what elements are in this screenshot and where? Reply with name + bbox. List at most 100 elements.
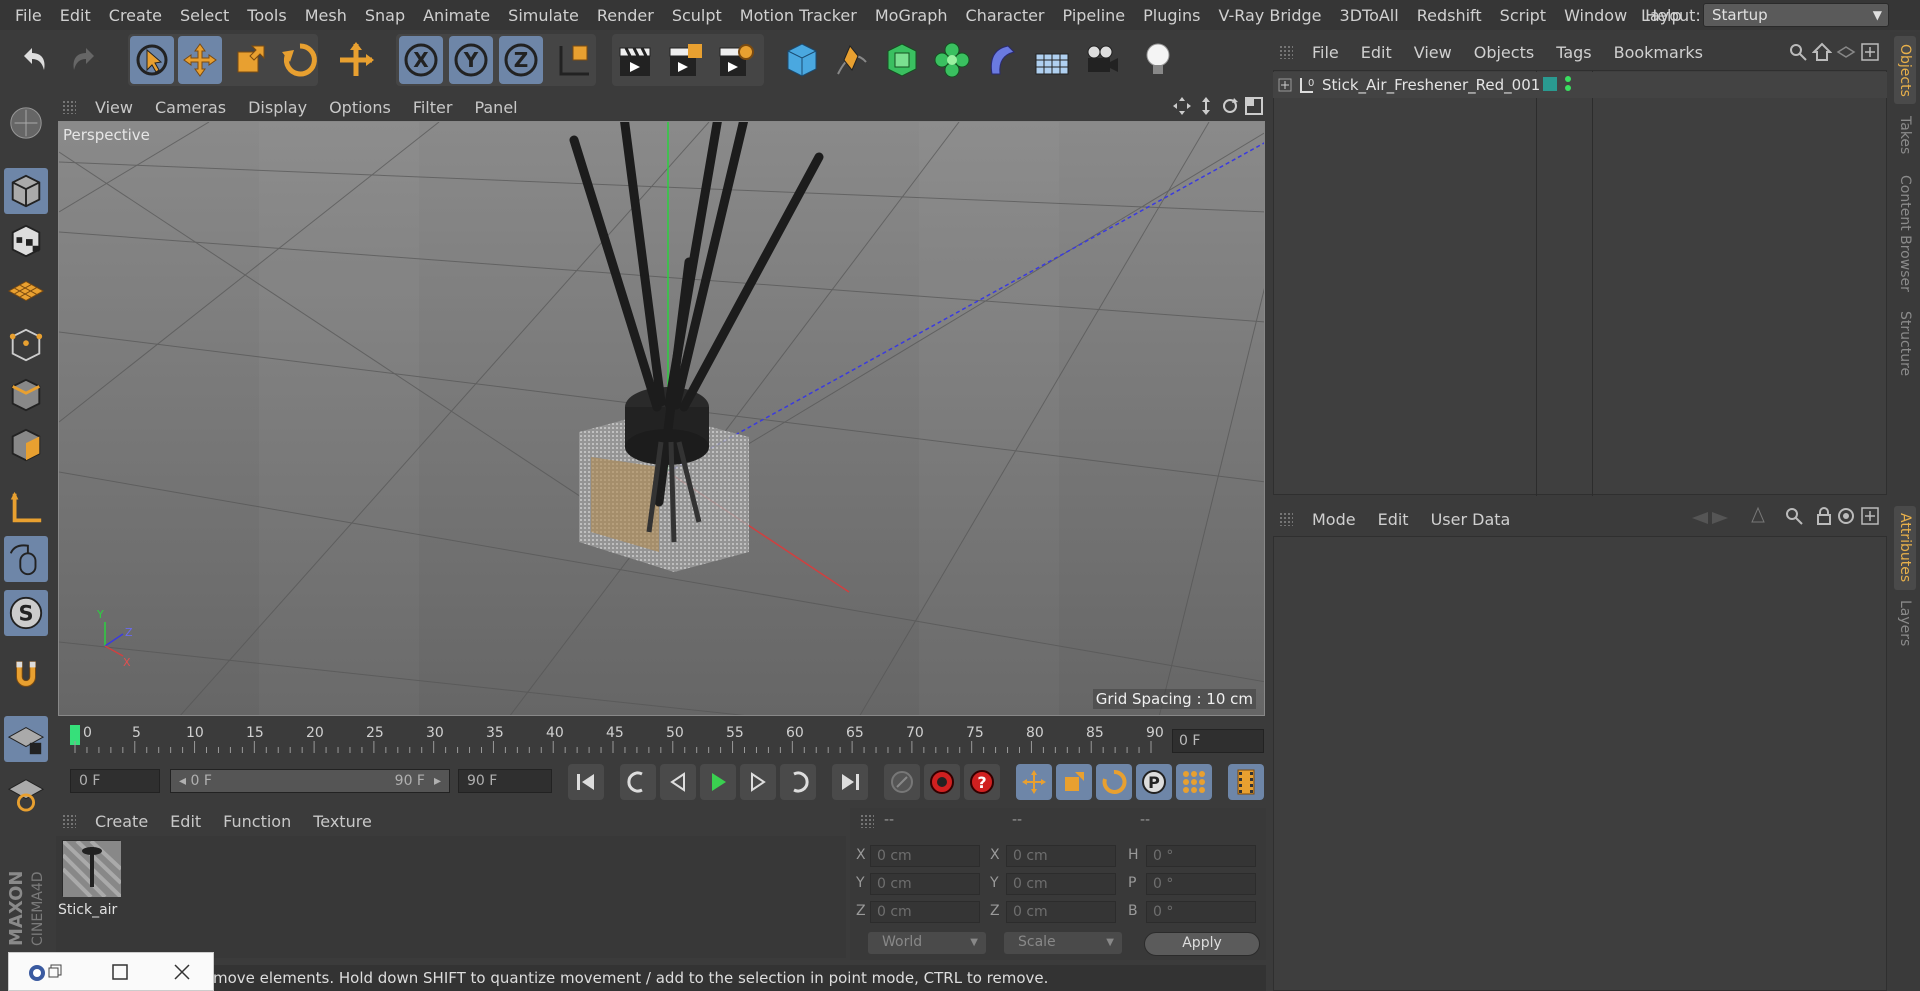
- rotation-h-field[interactable]: 0 °: [1146, 845, 1256, 867]
- subdivision-button[interactable]: [880, 36, 924, 84]
- target-icon[interactable]: [1836, 506, 1856, 526]
- deformer-button[interactable]: [980, 36, 1024, 84]
- current-frame-field[interactable]: 0 F: [1172, 729, 1264, 753]
- material-menu-edit[interactable]: Edit: [159, 812, 212, 831]
- timeline-ruler[interactable]: 0 5 10 15 20 25 30 35 40 45 50 55 60 65 …: [58, 723, 1266, 759]
- model-mode-button[interactable]: [4, 168, 48, 214]
- menu-mesh[interactable]: Mesh: [296, 6, 356, 25]
- material-menu-create[interactable]: Create: [84, 812, 159, 831]
- record-active-objects-button[interactable]: [884, 764, 920, 800]
- tab-objects[interactable]: Objects: [1894, 36, 1916, 104]
- layout-dropdown[interactable]: Startup ▼: [1703, 3, 1889, 27]
- search-icon[interactable]: [1784, 506, 1804, 526]
- layer-color-swatch[interactable]: [1543, 77, 1557, 91]
- close-icon[interactable]: [173, 963, 191, 981]
- object-name[interactable]: Stick_Air_Freshener_Red_001: [1322, 76, 1540, 94]
- previous-key-button[interactable]: [620, 764, 656, 800]
- tab-attributes[interactable]: Attributes: [1894, 506, 1916, 590]
- search-icon[interactable]: [1788, 42, 1808, 62]
- texture-mode-button[interactable]: [4, 218, 48, 264]
- menu-window[interactable]: Window: [1555, 6, 1636, 25]
- camera-button[interactable]: [1080, 36, 1124, 84]
- render-picture-viewer-button[interactable]: [664, 36, 708, 84]
- menu-render[interactable]: Render: [588, 6, 663, 25]
- expand-plus-icon[interactable]: [1278, 77, 1292, 92]
- attributes-menu-mode[interactable]: Mode: [1301, 510, 1367, 529]
- menu-select[interactable]: Select: [171, 6, 238, 25]
- rotate-tool-button[interactable]: [278, 36, 322, 84]
- size-y-field[interactable]: 0 cm: [1006, 873, 1116, 895]
- home-icon[interactable]: [1811, 42, 1833, 62]
- key-point-level-button[interactable]: [1176, 764, 1212, 800]
- viewport-menu-panel[interactable]: Panel: [463, 98, 528, 117]
- light-button[interactable]: [1136, 36, 1180, 84]
- viewport-menu-filter[interactable]: Filter: [402, 98, 464, 117]
- tab-content-browser[interactable]: Content Browser: [1894, 168, 1916, 298]
- menu-character[interactable]: Character: [957, 6, 1054, 25]
- solo-button[interactable]: S: [4, 590, 48, 636]
- menu-snap[interactable]: Snap: [356, 6, 414, 25]
- material-name[interactable]: Stick_air: [58, 902, 117, 918]
- objects-menu-bookmarks[interactable]: Bookmarks: [1603, 43, 1714, 62]
- object-list[interactable]: [1273, 70, 1887, 496]
- scale-tool-button[interactable]: [228, 36, 272, 84]
- next-frame-button[interactable]: [740, 764, 776, 800]
- new-panel-icon[interactable]: [1860, 506, 1880, 526]
- rotation-b-field[interactable]: 0 °: [1146, 901, 1256, 923]
- go-to-start-button[interactable]: [568, 764, 604, 800]
- position-y-field[interactable]: 0 cm: [870, 873, 980, 895]
- menu-3dtoall[interactable]: 3DToAll: [1331, 6, 1408, 25]
- navigation-arrows-icon[interactable]: [1690, 508, 1730, 528]
- rotation-p-field[interactable]: 0 °: [1146, 873, 1256, 895]
- objects-menu-objects[interactable]: Objects: [1463, 43, 1545, 62]
- menu-plugins[interactable]: Plugins: [1134, 6, 1209, 25]
- play-button[interactable]: [700, 764, 736, 800]
- start-frame-field[interactable]: 0 F: [70, 769, 160, 793]
- menu-sculpt[interactable]: Sculpt: [663, 6, 731, 25]
- menu-simulate[interactable]: Simulate: [499, 6, 588, 25]
- tab-takes[interactable]: Takes: [1894, 108, 1916, 162]
- coordinate-system-button[interactable]: [551, 36, 595, 84]
- previous-frame-button[interactable]: [660, 764, 696, 800]
- attributes-menu-user-data[interactable]: User Data: [1420, 510, 1522, 529]
- viewport-menu-cameras[interactable]: Cameras: [144, 98, 237, 117]
- coordinate-space-dropdown[interactable]: World ▼: [868, 932, 986, 954]
- make-editable-button[interactable]: [4, 100, 48, 146]
- material-menu-function[interactable]: Function: [212, 812, 302, 831]
- tab-layers[interactable]: Layers: [1894, 596, 1916, 650]
- viewport-pan-icon[interactable]: [1172, 96, 1192, 116]
- coordinate-mode-dropdown[interactable]: Scale ▼: [1004, 932, 1122, 954]
- viewport-toggle-icon[interactable]: [1244, 96, 1264, 116]
- key-parameter-button[interactable]: P: [1136, 764, 1172, 800]
- z-axis-button[interactable]: Z: [499, 36, 543, 84]
- viewport-zoom-icon[interactable]: [1196, 96, 1216, 116]
- menu-pipeline[interactable]: Pipeline: [1054, 6, 1135, 25]
- key-scale-button[interactable]: [1056, 764, 1092, 800]
- menu-animate[interactable]: Animate: [414, 6, 499, 25]
- lock-icon[interactable]: [1814, 506, 1834, 526]
- viewport-perspective[interactable]: Y Z X Perspective Grid Spacing : 10 cm: [58, 121, 1265, 716]
- undo-button[interactable]: [12, 36, 56, 84]
- size-z-field[interactable]: 0 cm: [1006, 901, 1116, 923]
- menu-mograph[interactable]: MoGraph: [866, 6, 957, 25]
- add-cube-button[interactable]: [780, 36, 824, 84]
- points-mode-button[interactable]: [4, 322, 48, 368]
- move-tool-button[interactable]: [178, 36, 222, 84]
- pen-spline-button[interactable]: [830, 36, 874, 84]
- axis-mode-button[interactable]: [4, 486, 48, 532]
- position-x-field[interactable]: 0 cm: [870, 845, 980, 867]
- render-view-button[interactable]: [614, 36, 658, 84]
- frame-range-slider[interactable]: ◂ 0 F 90 F ▸: [170, 769, 450, 793]
- restore-icon[interactable]: [47, 963, 63, 979]
- redo-button[interactable]: [62, 36, 106, 84]
- tweak-mode-button[interactable]: [4, 536, 48, 582]
- menu-vray-bridge[interactable]: V-Ray Bridge: [1209, 6, 1330, 25]
- viewport-menu-display[interactable]: Display: [237, 98, 318, 117]
- tab-structure[interactable]: Structure: [1894, 304, 1916, 384]
- live-selection-button[interactable]: [130, 36, 174, 84]
- objects-menu-tags[interactable]: Tags: [1545, 43, 1602, 62]
- menu-redshift[interactable]: Redshift: [1408, 6, 1491, 25]
- menu-edit[interactable]: Edit: [51, 6, 100, 25]
- polygons-mode-button[interactable]: [4, 422, 48, 468]
- viewport-rotate-icon[interactable]: [1220, 96, 1240, 116]
